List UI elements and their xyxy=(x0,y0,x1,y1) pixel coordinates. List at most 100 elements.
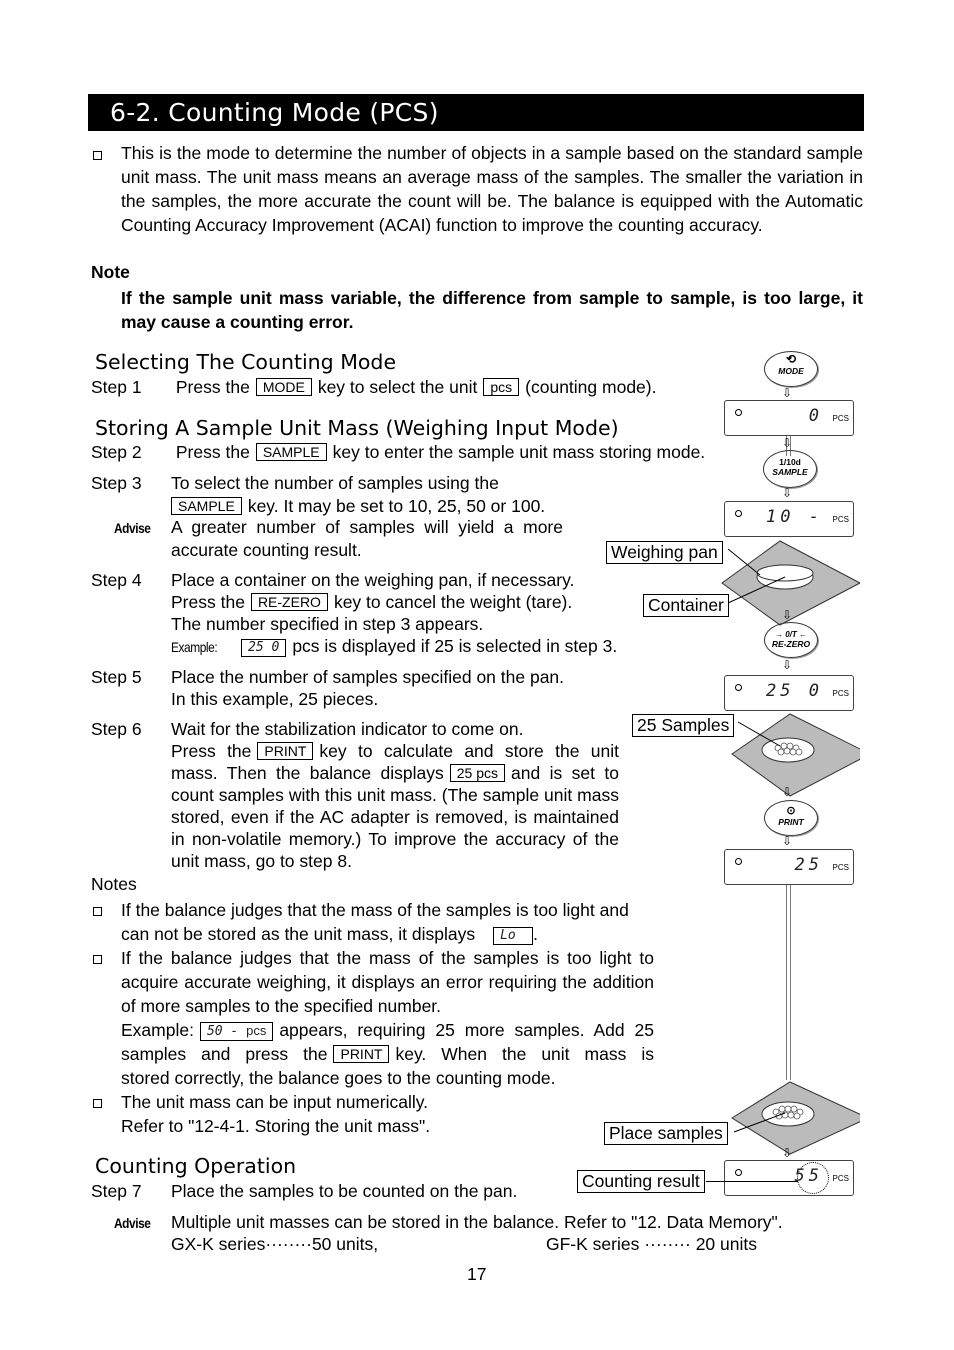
callout-25-samples: 25 Samples xyxy=(632,714,735,737)
heading-selecting: Selecting The Counting Mode xyxy=(95,350,397,374)
lcd-display-4: 25 PCS xyxy=(724,849,854,885)
step-4: Step 4 Place a container on the weighing … xyxy=(91,569,617,658)
callout-leader xyxy=(706,1181,798,1182)
lcd-display-5: 55 PCS xyxy=(724,1160,854,1196)
key-label: SAMPLE xyxy=(772,467,808,477)
callout-container: Container xyxy=(643,594,729,617)
note-text: stored correctly, the balance goes to th… xyxy=(121,1068,556,1088)
step-text: Press the xyxy=(171,592,245,612)
note-text: If the balance judges that the mass of t… xyxy=(121,900,629,920)
print-key: PRINT xyxy=(333,1045,390,1063)
step-text: Press the xyxy=(175,377,250,397)
lcd-value: 25 xyxy=(794,855,823,875)
arrow-down-icon: ⇩ xyxy=(782,1146,793,1160)
advise-text: Advise xyxy=(114,520,151,536)
note-text: can not be stored as the unit mass, it d… xyxy=(121,924,476,944)
step-text: Place the samples to be counted on the p… xyxy=(171,1181,518,1201)
arrow-down-icon: ⇩ xyxy=(782,834,793,848)
lcd-value: 55 xyxy=(794,1166,823,1186)
lcd-unit: PCS xyxy=(832,414,849,423)
rezero-key-button: → 0/T ← RE-ZERO xyxy=(764,622,818,658)
note-1: If the balance judges that the mass of t… xyxy=(121,898,629,946)
step-text: In this example, 25 pieces. xyxy=(171,689,379,709)
step-6: Step 6 Wait for the stabilization indicat… xyxy=(91,718,619,872)
step-text: Press the xyxy=(175,442,250,462)
key-sublabel: → 0/T ← xyxy=(774,630,807,639)
note-2: If the balance judges that the mass of t… xyxy=(121,946,654,1090)
step-text: and is set to xyxy=(510,763,619,783)
lo-display: Lo xyxy=(493,927,534,945)
example-lcd: 25 0 xyxy=(241,639,287,657)
note-text: The unit mass can be input numerically. xyxy=(121,1092,429,1112)
advise-text: A greater number of samples will yield a… xyxy=(171,516,563,562)
mode-key-button: ⟲ MODE xyxy=(764,351,818,387)
flow-line xyxy=(786,880,791,1080)
lcd-value: 0 xyxy=(808,406,823,426)
step-text: key to select the unit xyxy=(317,377,478,397)
bullet-icon xyxy=(93,907,102,916)
advise-label: Advise xyxy=(114,517,157,538)
stable-indicator xyxy=(735,1169,742,1176)
note-3: The unit mass can be input numerically. … xyxy=(121,1090,430,1138)
place-samples-pan-illustration xyxy=(731,1081,860,1155)
arrow-down-icon: ⇩ xyxy=(782,486,793,500)
lcd-value: 25 0 xyxy=(766,681,823,701)
print-key-button: ⊙ PRINT xyxy=(764,800,818,836)
heading-counting: Counting Operation xyxy=(95,1154,297,1178)
step-label: Step 5 xyxy=(91,667,142,687)
mode-key: MODE xyxy=(255,378,312,396)
step-text: Place a container on the weighing pan, i… xyxy=(171,570,575,590)
arrow-down-icon: ⇩ xyxy=(782,785,793,799)
lcd-unit: PCS xyxy=(832,689,849,698)
lcd-display-1: 0 PCS xyxy=(724,400,854,436)
step-7: Step 7 Place the samples to be counted on… xyxy=(91,1181,517,1202)
arrow-down-icon: ⇩ xyxy=(782,658,793,672)
arrow-down-icon: ⇩ xyxy=(782,608,793,622)
lcd-value: 50 - xyxy=(206,1024,239,1039)
step-label: Step 4 xyxy=(91,570,142,590)
section-title: 6-2. Counting Mode (PCS) xyxy=(88,94,864,131)
advise-line: Multiple unit masses can be stored in th… xyxy=(171,1212,783,1232)
callout-counting-result: Counting result xyxy=(577,1170,705,1193)
step-text: count samples with this unit mass. (The … xyxy=(171,785,619,871)
lcd-display-2: 10 - PCS xyxy=(724,501,854,537)
gx-series: GX-K series········50 units, xyxy=(171,1234,379,1254)
note-text: If the balance judges that the mass of t… xyxy=(121,948,654,1016)
example-label: Example: xyxy=(171,639,218,655)
cycle-icon: ⟲ xyxy=(785,352,797,366)
advise-label: Advise xyxy=(114,1212,157,1233)
stable-indicator xyxy=(735,409,742,416)
step-text: key to enter the sample unit mass storin… xyxy=(332,442,706,462)
key-label: PRINT xyxy=(778,817,804,827)
callout-weighing-pan: Weighing pan xyxy=(606,541,723,564)
pcs-unit: pcs xyxy=(483,378,520,396)
note-text: Refer to "12-4-1. Storing the unit mass"… xyxy=(121,1116,431,1136)
notes-label: Notes xyxy=(91,874,137,894)
callout-place-samples: Place samples xyxy=(604,1122,728,1145)
sample-key: SAMPLE xyxy=(171,497,242,515)
display-25pcs: 25 pcs xyxy=(449,764,505,782)
example-label: Example: xyxy=(121,1020,194,1040)
lcd-display-3: 25 0 PCS xyxy=(724,675,854,711)
note-text: key. When the unit mass is xyxy=(395,1044,654,1064)
example-lcd: 50 - pcs xyxy=(199,1022,274,1041)
stable-indicator xyxy=(735,684,742,691)
advise-line: A greater number of samples will yield a… xyxy=(171,517,563,537)
step-label: Step 7 xyxy=(91,1181,142,1201)
sample-key: SAMPLE xyxy=(255,443,327,461)
step-5: Step 5 Place the number of samples specif… xyxy=(91,666,564,710)
lcd-unit: PCS xyxy=(832,1174,849,1183)
container-rim xyxy=(756,564,814,582)
step-1: Step 1 Press the MODE key to select the un… xyxy=(91,377,656,398)
arrow-down-icon: ⇩ xyxy=(782,386,793,400)
bullet-icon xyxy=(93,151,102,160)
page-number: 17 xyxy=(467,1264,487,1284)
gf-series: GF-K series ········ 20 units xyxy=(546,1234,757,1254)
key-label: RE-ZERO xyxy=(771,639,811,649)
step-3: Step 3 To select the number of samples us… xyxy=(91,472,545,518)
step-text: key to calculate and store the unit xyxy=(319,741,619,761)
step-label: Step 3 xyxy=(91,473,142,493)
rezero-key: RE-ZERO xyxy=(250,593,328,611)
lcd-unit: pcs xyxy=(246,1023,267,1038)
step-text: pcs is displayed if 25 is selected in st… xyxy=(292,636,618,656)
